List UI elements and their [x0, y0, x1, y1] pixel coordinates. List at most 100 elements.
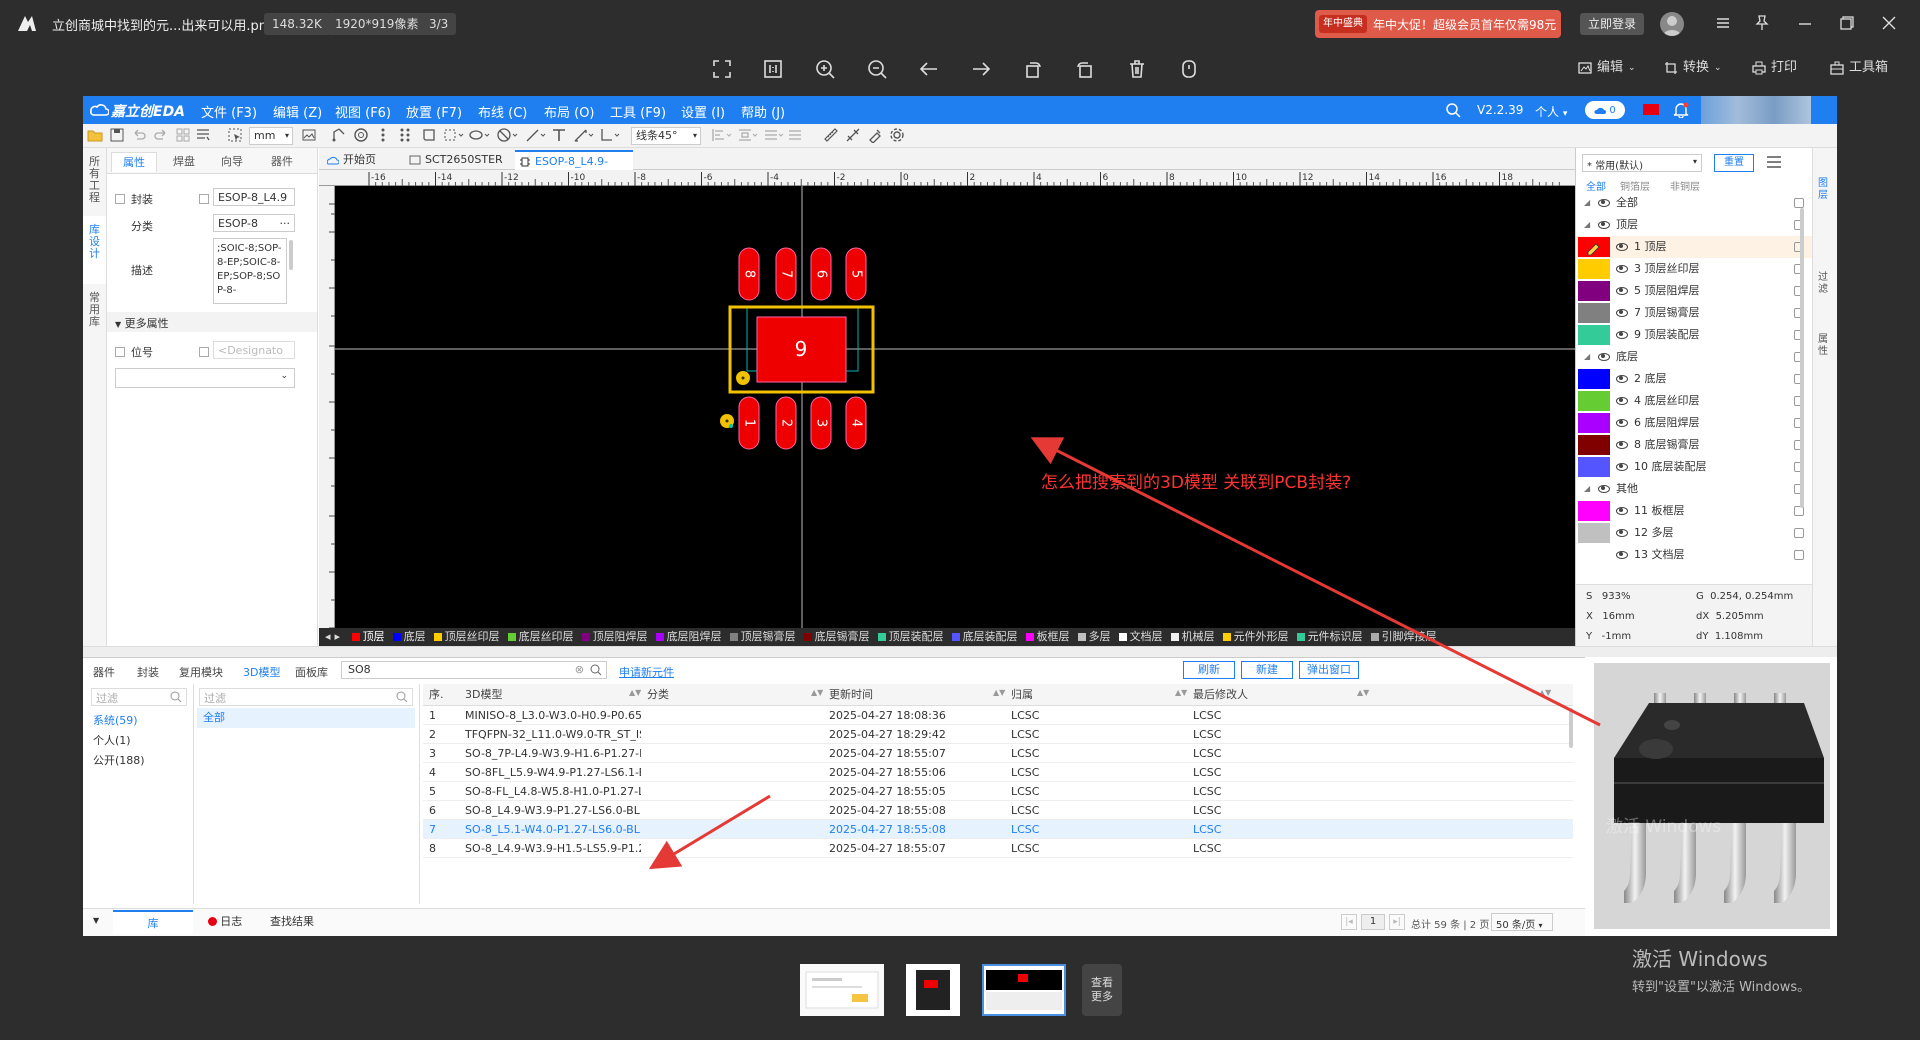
- layer-chip[interactable]: 底层阻焊层: [655, 628, 722, 646]
- layer-row[interactable]: 12 多层: [1576, 522, 1812, 544]
- tab-components[interactable]: 器件: [259, 152, 305, 172]
- footprint-checkbox[interactable]: [115, 194, 125, 204]
- thumbnail-1[interactable]: [800, 964, 884, 1016]
- layer-color-swatch[interactable]: [1578, 369, 1610, 389]
- edit-button[interactable]: 编辑 ⌄: [1578, 55, 1636, 81]
- list-align-icon[interactable]: [763, 127, 784, 145]
- table-row[interactable]: 4 SO-8FL_L5.9-W4.9-P1.27-LS6.1-BL-EP 2025-…: [423, 763, 1573, 782]
- layer-row[interactable]: 10 底层装配层: [1576, 456, 1812, 478]
- eye-icon[interactable]: [1616, 507, 1628, 515]
- table-row[interactable]: 2 TFQFPN-32_L11.0-W9.0-TR_ST_ISO82... 2025…: [423, 725, 1573, 744]
- eye-icon[interactable]: [1616, 243, 1628, 251]
- more-icon[interactable]: [1173, 53, 1205, 85]
- more-properties-toggle[interactable]: ▼ 更多属性: [115, 315, 169, 331]
- layer-chip[interactable]: 引脚焊接层: [1370, 628, 1437, 646]
- table-row[interactable]: 7 SO-8_L5.1-W4.0-P1.27-LS6.0-BL 2025-04-27…: [423, 820, 1573, 839]
- image-icon[interactable]: [301, 127, 319, 145]
- open-folder-icon[interactable]: [87, 127, 105, 145]
- eye-icon[interactable]: [1616, 287, 1628, 295]
- layer-color-swatch[interactable]: [1578, 545, 1610, 565]
- col-3d-model[interactable]: 3D模型: [465, 684, 502, 706]
- layer-row[interactable]: 1 顶层: [1576, 236, 1812, 258]
- text-icon[interactable]: [551, 127, 569, 145]
- layer-list-scrollbar[interactable]: [1800, 208, 1804, 508]
- login-button[interactable]: 立即登录: [1580, 13, 1645, 35]
- table-row[interactable]: 1 MINISO-8_L3.0-W3.0-H0.9-P0.65-LS4.9... 2…: [423, 706, 1573, 725]
- footprint-value-field[interactable]: ESOP-8_L4.9: [213, 188, 295, 206]
- tab-panel-library[interactable]: 面板库: [295, 664, 328, 680]
- view-more-button[interactable]: 查看更多: [1082, 964, 1122, 1016]
- menu-layout[interactable]: 布局 (O): [544, 102, 595, 121]
- first-page-button[interactable]: |◂: [1341, 914, 1357, 930]
- eye-icon[interactable]: [1598, 199, 1610, 207]
- popout-button[interactable]: 弹出窗口: [1299, 661, 1359, 679]
- promo-banner[interactable]: 年中盛典 年中大促！超级会员首年仅需98元: [1315, 10, 1561, 38]
- delete-icon[interactable]: [1121, 53, 1153, 85]
- tab-esop8-footprint[interactable]: ESOP-8_L4.9-W3.9...: [515, 150, 633, 188]
- status-tab-log[interactable]: 日志: [195, 910, 255, 934]
- settings-gear-icon[interactable]: [889, 127, 907, 145]
- rotate-left-icon[interactable]: [1017, 53, 1049, 85]
- layer-chip[interactable]: 元件外形层: [1222, 628, 1289, 646]
- sort-icon[interactable]: ▲▼: [1357, 688, 1369, 697]
- designator-field[interactable]: <Designato: [213, 341, 295, 359]
- source-personal[interactable]: 个人(1): [93, 732, 131, 748]
- panel-collapse-icon[interactable]: ▼: [93, 916, 99, 925]
- eye-icon[interactable]: [1616, 463, 1628, 471]
- line-icon[interactable]: [525, 127, 546, 145]
- convert-button[interactable]: 转换 ⌄: [1664, 55, 1722, 81]
- layer-chip[interactable]: 顶层装配层: [877, 628, 944, 646]
- tab-pads[interactable]: 焊盘: [161, 152, 207, 172]
- tab-sct2650ster[interactable]: SCT2650STER: [405, 150, 513, 170]
- design-check-icon[interactable]: [867, 127, 885, 145]
- layer-color-swatch[interactable]: [1578, 413, 1610, 433]
- eye-icon[interactable]: [1598, 485, 1610, 493]
- user-avatar-blurred[interactable]: [1701, 96, 1811, 124]
- lock-icon[interactable]: [1794, 198, 1804, 208]
- zoom-in-icon[interactable]: [809, 53, 841, 85]
- arrange-icon[interactable]: [787, 127, 805, 145]
- layer-row[interactable]: 13 文档层: [1576, 544, 1812, 566]
- table-row[interactable]: 6 SO-8_L4.9-W3.9-P1.27-LS6.0-BL 2025-04-27…: [423, 801, 1573, 820]
- tab-properties[interactable]: 属性: [111, 152, 157, 172]
- col-index[interactable]: 序.: [429, 684, 444, 706]
- list-icon[interactable]: [195, 127, 213, 145]
- sort-icon[interactable]: ▲▼: [1175, 688, 1187, 697]
- layer-color-swatch[interactable]: [1578, 523, 1610, 543]
- distribute-icon[interactable]: [737, 127, 758, 145]
- source-filter-input[interactable]: 过滤: [91, 688, 187, 706]
- layer-chip[interactable]: 多层: [1077, 628, 1111, 646]
- extra-select[interactable]: ⌄: [115, 368, 295, 388]
- ruler-icon[interactable]: [823, 127, 841, 145]
- refresh-button[interactable]: 刷新: [1183, 661, 1235, 679]
- designator-lock-checkbox[interactable]: [199, 347, 209, 357]
- layer-row[interactable]: 6 底层阻焊层: [1576, 412, 1812, 434]
- menu-settings[interactable]: 设置 (I): [681, 102, 725, 121]
- layer-scroll-left[interactable]: ◂: [325, 628, 331, 646]
- col-updated[interactable]: 更新时间: [829, 684, 873, 706]
- dimension-icon[interactable]: [573, 127, 594, 145]
- eye-icon[interactable]: [1616, 397, 1628, 405]
- status-tab-search-results[interactable]: 查找结果: [257, 910, 327, 934]
- layer-scroll-right[interactable]: ▸: [335, 628, 341, 646]
- layer-row[interactable]: 3 顶层丝印层: [1576, 258, 1812, 280]
- region-icon[interactable]: [421, 127, 439, 145]
- layer-row[interactable]: 8 底层锡膏层: [1576, 434, 1812, 456]
- china-flag-icon[interactable]: [1643, 104, 1659, 115]
- eye-icon[interactable]: [1616, 419, 1628, 427]
- layer-row[interactable]: 7 顶层锡膏层: [1576, 302, 1812, 324]
- menu-edit[interactable]: 编辑 (Z): [273, 102, 322, 121]
- layer-chip[interactable]: 顶层丝印层: [433, 628, 500, 646]
- toolbox-button[interactable]: 工具箱: [1830, 55, 1888, 81]
- grid-icon[interactable]: [175, 127, 193, 145]
- layer-chip[interactable]: 底层装配层: [951, 628, 1018, 646]
- lock-icon[interactable]: [1794, 528, 1804, 538]
- tab-footprints[interactable]: 封装: [137, 664, 159, 680]
- previous-arrow-icon[interactable]: [913, 53, 945, 85]
- pcb-canvas[interactable]: 开始页 SCT2650STER ESOP-8_L4.9-W3.9... -16-…: [319, 148, 1575, 646]
- eye-icon[interactable]: [1616, 375, 1628, 383]
- layer-row[interactable]: 2 底层: [1576, 368, 1812, 390]
- sort-icon[interactable]: ▲▼: [629, 688, 641, 697]
- layer-color-swatch[interactable]: [1578, 435, 1610, 455]
- minimize-icon[interactable]: [1798, 22, 1812, 26]
